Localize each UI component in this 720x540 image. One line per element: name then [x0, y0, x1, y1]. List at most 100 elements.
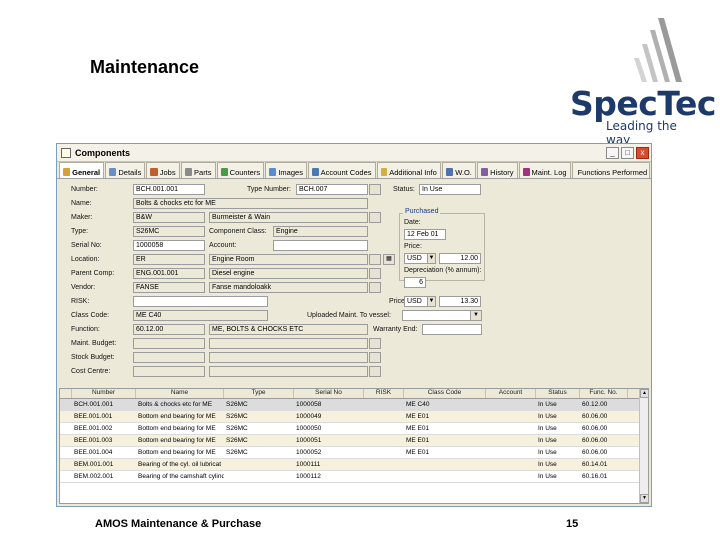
serial-no-field[interactable]: 1000058	[133, 240, 205, 251]
maint-budget-lookup-button[interactable]	[369, 338, 381, 349]
scroll-up-icon[interactable]: ▲	[640, 389, 649, 398]
row-selector[interactable]	[60, 423, 72, 434]
price-currency-select[interactable]: USD	[404, 296, 428, 307]
cell-risk	[364, 411, 404, 422]
purchased-date-field[interactable]: 12 Feb 01	[404, 229, 446, 240]
scroll-down-icon[interactable]: ▼	[640, 494, 649, 503]
function-name-field: ME, BOLTS & CHOCKS ETC	[209, 324, 368, 335]
tab-maint-log[interactable]: Maint. Log	[518, 162, 571, 178]
cost-centre-field[interactable]	[133, 366, 205, 377]
window-titlebar[interactable]: Components _ □ x	[57, 144, 651, 162]
table-row[interactable]: BEE.001.001 Bottom end bearing for ME S26M…	[60, 411, 648, 423]
cell-name: Bottom end bearing for ME	[138, 425, 216, 432]
vendor-lookup-button[interactable]	[369, 282, 381, 293]
warranty-end-field[interactable]	[422, 324, 482, 335]
number-field[interactable]: BCH.001.001	[133, 184, 205, 195]
tab-images[interactable]: Images	[265, 162, 307, 178]
account-label: Account:	[209, 242, 237, 249]
stock-budget-lookup-button[interactable]	[369, 352, 381, 363]
maint-budget-field[interactable]	[133, 338, 205, 349]
purchased-price-field[interactable]: 12.00	[439, 253, 481, 264]
work-order-icon	[445, 168, 454, 176]
tab-jobs[interactable]: Jobs	[146, 162, 180, 178]
tab-general[interactable]: General	[59, 162, 105, 178]
grid-header: Number Name Type Serial No RISK Class Co…	[60, 389, 648, 399]
purchased-date-label: Date:	[404, 219, 421, 226]
type-number-field[interactable]: BCH.007	[296, 184, 368, 195]
row-selector[interactable]	[60, 447, 72, 458]
col-header-serial-no[interactable]: Serial No	[294, 389, 364, 398]
minimize-button[interactable]: _	[606, 146, 619, 159]
location-lookup-button[interactable]	[369, 254, 381, 265]
col-header-func-no[interactable]: Func. No.	[580, 389, 628, 398]
table-row[interactable]: BEE.001.003 Bottom end bearing for ME S26M…	[60, 435, 648, 447]
col-header-status[interactable]: Status	[536, 389, 580, 398]
tab-account-codes[interactable]: Account Codes	[307, 162, 376, 178]
col-header-number[interactable]: Number	[72, 389, 136, 398]
maximize-button[interactable]: □	[621, 146, 634, 159]
col-header-name[interactable]: Name	[136, 389, 224, 398]
cell-type	[224, 471, 294, 482]
stock-budget-field[interactable]	[133, 352, 205, 363]
maker-lookup-button[interactable]	[369, 212, 381, 223]
slide-title: Maintenance	[90, 57, 200, 77]
name-field[interactable]: Bolts & chocks etc for ME	[133, 198, 368, 209]
col-header-class-code[interactable]: Class Code	[404, 389, 486, 398]
cell-account	[486, 471, 536, 482]
purchased-currency-select[interactable]: USD	[404, 253, 428, 264]
row-selector[interactable]	[60, 471, 72, 482]
table-row[interactable]: BEE.001.004 Bottom end bearing for ME S26M…	[60, 447, 648, 459]
risk-field[interactable]	[133, 296, 268, 307]
status-label: Status:	[393, 186, 415, 193]
chevron-down-icon[interactable]: ▼	[427, 296, 436, 307]
table-row[interactable]: BEM.002.001 Bearing of the camshaft cylin…	[60, 471, 648, 483]
class-code-field[interactable]: ME C40	[133, 310, 268, 321]
location-field[interactable]: ER	[133, 254, 205, 265]
tab-additional-info[interactable]: Additional Info	[376, 162, 441, 178]
type-field[interactable]: S26MC	[133, 226, 205, 237]
uploaded-maint-label: Uploaded Maint. To vessel:	[307, 312, 391, 319]
calendar-icon[interactable]: ▦	[383, 254, 395, 265]
grid-scrollbar[interactable]: ▲ ▼	[639, 389, 649, 503]
table-row[interactable]: BEE.001.002 Bottom end bearing for ME S26M…	[60, 423, 648, 435]
cell-name: Bearing of the camshaft cylinde	[138, 473, 224, 480]
tab-functions-performed[interactable]: Functions Performed	[571, 162, 650, 178]
tab-details[interactable]: Details	[105, 162, 146, 178]
chevron-down-icon[interactable]: ▼	[470, 310, 482, 321]
parent-comp-lookup-button[interactable]	[369, 268, 381, 279]
table-row[interactable]: BCH.001.001 Bolts & chocks etc for ME S26M…	[60, 399, 648, 411]
tab-history[interactable]: History	[476, 162, 518, 178]
function-label: Function:	[71, 326, 100, 333]
cell-account	[486, 411, 536, 422]
vendor-field[interactable]: FANSE	[133, 282, 205, 293]
function-field[interactable]: 60.12.00	[133, 324, 205, 335]
row-selector[interactable]	[60, 435, 72, 446]
row-selector[interactable]	[60, 459, 72, 470]
type-number-lookup-button[interactable]	[369, 184, 381, 195]
type-number-label: Type Number:	[247, 186, 291, 193]
chevron-down-icon[interactable]: ▼	[427, 253, 436, 264]
parent-comp-field[interactable]: ENG.001.001	[133, 268, 205, 279]
depreciation-field[interactable]: 6	[404, 277, 426, 288]
table-row[interactable]: BEM.001.001 Bearing of the cyl. oil lubri…	[60, 459, 648, 471]
cost-centre-lookup-button[interactable]	[369, 366, 381, 377]
close-button[interactable]: x	[636, 146, 649, 159]
status-field[interactable]: In Use	[419, 184, 481, 195]
cell-risk	[364, 471, 404, 482]
tab-parts[interactable]: Parts	[180, 162, 216, 178]
cell-type: S26MC	[226, 425, 248, 432]
tab-label: W.O.	[455, 167, 472, 177]
cell-func-no: 60.12.00	[582, 401, 608, 408]
cell-risk	[364, 435, 404, 446]
price-field[interactable]: 13.30	[439, 296, 481, 307]
tab-counters[interactable]: Counters	[216, 162, 265, 178]
account-field[interactable]	[273, 240, 368, 251]
col-header-type[interactable]: Type	[224, 389, 294, 398]
component-class-field[interactable]: Engine	[273, 226, 368, 237]
maker-field[interactable]: B&W	[133, 212, 205, 223]
col-header-risk[interactable]: RISK	[364, 389, 404, 398]
col-header-account[interactable]: Account	[486, 389, 536, 398]
row-selector[interactable]	[60, 399, 72, 410]
row-selector[interactable]	[60, 411, 72, 422]
tab-wo[interactable]: W.O.	[441, 162, 476, 178]
